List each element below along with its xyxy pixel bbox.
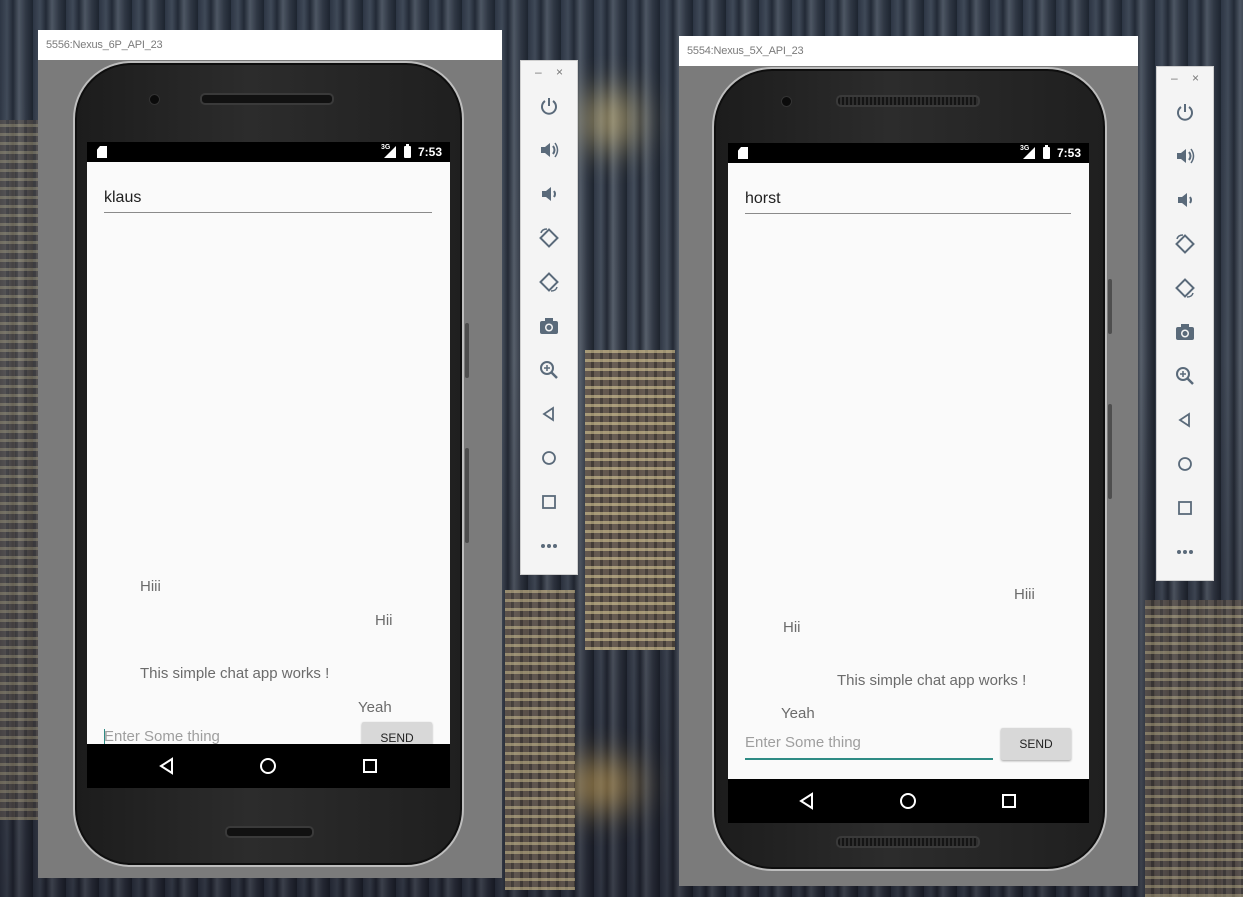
power-icon[interactable]: [538, 95, 560, 117]
overview-icon[interactable]: [1174, 497, 1196, 519]
message-input[interactable]: Enter Some thing: [745, 732, 993, 760]
back-icon[interactable]: [1174, 409, 1196, 431]
battery-icon: [1043, 145, 1050, 159]
emulator-toolbar: – ×: [1156, 66, 1214, 581]
message-input-placeholder: Enter Some thing: [104, 728, 220, 745]
home-nav-icon[interactable]: [898, 791, 918, 811]
message-input-placeholder: Enter Some thing: [745, 734, 861, 751]
minimize-button[interactable]: –: [1171, 71, 1178, 85]
speaker-top: [836, 95, 980, 107]
chat-message: Hii: [375, 612, 393, 629]
side-button: [1108, 279, 1112, 334]
building: [0, 120, 38, 820]
more-icon[interactable]: [538, 535, 560, 557]
front-camera-icon: [781, 96, 792, 107]
building: [505, 590, 575, 890]
minimize-button[interactable]: –: [535, 65, 542, 79]
back-nav-icon[interactable]: [157, 756, 177, 776]
overview-nav-icon[interactable]: [360, 756, 380, 776]
side-button: [1108, 404, 1112, 499]
close-button[interactable]: ×: [556, 65, 563, 79]
side-button: [465, 323, 469, 378]
status-time: 7:53: [1057, 146, 1082, 160]
side-button: [465, 448, 469, 543]
close-button[interactable]: ×: [1192, 71, 1199, 85]
window-title[interactable]: 5554:Nexus_5X_API_23: [679, 36, 1138, 66]
chat-message: Hiii: [1014, 586, 1035, 603]
chat-message: Yeah: [781, 705, 815, 722]
building: [1145, 600, 1243, 897]
battery-icon: [404, 144, 411, 158]
network-type: 3G: [381, 144, 391, 151]
nav-bar: [87, 744, 450, 788]
building: [585, 350, 675, 650]
sd-card-icon: [738, 147, 748, 159]
zoom-icon[interactable]: [538, 359, 560, 381]
status-time: 7:53: [418, 145, 443, 159]
light-glow: [580, 90, 640, 150]
emulator-window-nexus-6p: 5556:Nexus_6P_API_23 3G 7:53 klaus Hiii …: [38, 30, 502, 878]
power-icon[interactable]: [1174, 101, 1196, 123]
overview-nav-icon[interactable]: [999, 791, 1019, 811]
chat-message: Hiii: [140, 578, 161, 595]
chat-message: Hii: [783, 619, 801, 636]
device-screen: 3G 7:53 horst Hiii Hii This simple chat …: [728, 143, 1089, 823]
more-icon[interactable]: [1174, 541, 1196, 563]
rotate-left-icon[interactable]: [538, 227, 560, 249]
network-type: 3G: [1020, 145, 1030, 152]
nav-bar: [728, 779, 1089, 823]
camera-icon[interactable]: [538, 315, 560, 337]
zoom-icon[interactable]: [1174, 365, 1196, 387]
rotate-left-icon[interactable]: [1174, 233, 1196, 255]
home-icon[interactable]: [538, 447, 560, 469]
sd-card-icon: [97, 146, 107, 158]
emulator-window-nexus-5x: 5554:Nexus_5X_API_23 3G 7:53 horst Hiii …: [679, 36, 1138, 886]
send-button[interactable]: SEND: [1001, 728, 1071, 760]
speaker-bottom: [225, 826, 314, 838]
volume-up-icon[interactable]: [538, 139, 560, 161]
volume-up-icon[interactable]: [1174, 145, 1196, 167]
device-screen: 3G 7:53 klaus Hiii Hii This simple chat …: [87, 142, 450, 788]
chat-message: This simple chat app works !: [140, 665, 330, 682]
speaker-bottom: [836, 836, 980, 848]
rotate-right-icon[interactable]: [1174, 277, 1196, 299]
emulator-toolbar: – ×: [520, 60, 578, 575]
front-camera-icon: [149, 94, 160, 105]
camera-icon[interactable]: [1174, 321, 1196, 343]
username-field[interactable]: klaus: [104, 188, 432, 213]
volume-down-icon[interactable]: [1174, 189, 1196, 211]
home-icon[interactable]: [1174, 453, 1196, 475]
home-nav-icon[interactable]: [258, 756, 278, 776]
status-bar: 3G 7:53: [87, 142, 450, 162]
status-bar: 3G 7:53: [728, 143, 1089, 163]
back-nav-icon[interactable]: [797, 791, 817, 811]
volume-down-icon[interactable]: [538, 183, 560, 205]
chat-message: This simple chat app works !: [837, 672, 1027, 689]
window-title[interactable]: 5556:Nexus_6P_API_23: [38, 30, 502, 60]
speaker-top: [200, 93, 334, 105]
rotate-right-icon[interactable]: [538, 271, 560, 293]
username-field[interactable]: horst: [745, 189, 1071, 214]
overview-icon[interactable]: [538, 491, 560, 513]
back-icon[interactable]: [538, 403, 560, 425]
chat-message: Yeah: [358, 699, 392, 716]
